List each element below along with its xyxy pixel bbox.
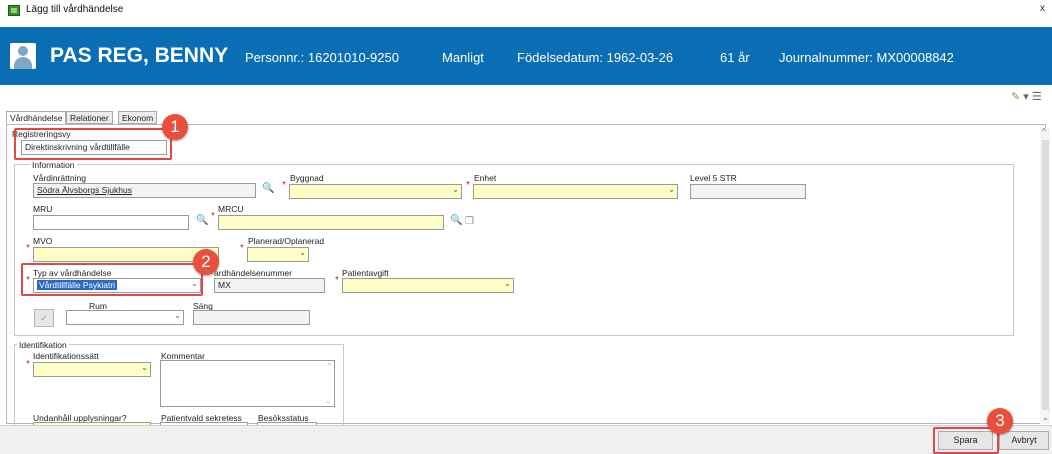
highlight-box-3 — [933, 427, 999, 454]
vardhandelsenummer-label: ardhändelsenummer — [214, 268, 292, 278]
chevron-down-icon: ⌄ — [141, 363, 148, 372]
vardinrattning-field[interactable]: Södra Älvsborgs Sjukhus — [33, 183, 256, 198]
mrcu-label: MRCU — [218, 204, 244, 214]
patient-gender: Manligt — [442, 50, 484, 65]
planerad-label: Planerad/Oplanerad — [248, 236, 325, 246]
byggnad-label: Byggnad — [290, 173, 324, 183]
dropdown-arrow-icon[interactable]: ▾ — [1023, 91, 1029, 103]
patient-name: PAS REG, BENNY — [50, 44, 229, 67]
highlight-box-2 — [21, 263, 203, 296]
required-marker: * — [26, 359, 30, 370]
identification-method-label: Identifikationssätt — [33, 351, 99, 361]
mru-search-icon[interactable]: 🔍 — [196, 215, 208, 226]
cancel-button[interactable]: Avbryt — [999, 431, 1049, 450]
copy-icon[interactable]: ❐ — [465, 216, 474, 227]
window-close-button[interactable]: x — [1040, 3, 1045, 14]
byggnad-select[interactable]: ⌄ — [289, 184, 462, 199]
step-badge-1: 1 — [162, 114, 188, 140]
highlight-box-1 — [14, 128, 172, 160]
required-marker: * — [26, 243, 30, 254]
patientavgift-label: Patientavgift — [342, 268, 389, 278]
patient-age: 61 år — [720, 50, 750, 65]
window-title: Lägg till vårdhändelse — [26, 4, 124, 15]
information-group-title: Information — [30, 160, 77, 170]
chevron-down-icon: ⌄ — [452, 185, 459, 194]
mrcu-search-icon[interactable]: 🔍 — [450, 215, 462, 226]
patientavgift-select[interactable]: ⌄ — [342, 278, 514, 293]
identification-method-select[interactable]: ⌄ — [33, 362, 151, 377]
window-title-bar: Lägg till vårdhändelse x — [0, 0, 1052, 22]
required-marker: * — [335, 275, 339, 286]
app-icon — [8, 5, 20, 16]
required-marker: * — [466, 180, 470, 191]
mru-label: MRU — [33, 204, 53, 214]
rum-select[interactable]: ⌄ — [66, 310, 184, 325]
chevron-down-icon: ⌄ — [174, 311, 181, 320]
scrollbar-thumb[interactable] — [1042, 140, 1049, 410]
patient-journal-number: Journalnummer: MX00008842 — [779, 50, 954, 65]
menu-icon[interactable]: ☰ — [1032, 91, 1042, 103]
edit-tools-icon[interactable]: ✎ — [1011, 91, 1020, 103]
chevron-down-icon: ⌄ — [668, 185, 675, 194]
toolbar: ✎ ▾ ☰ — [1011, 90, 1042, 103]
tab-vardhandelse[interactable]: Vårdhändelse — [6, 111, 67, 124]
required-marker: * — [240, 243, 244, 254]
level5-label: Level 5 STR — [690, 173, 737, 183]
planerad-select[interactable]: ⌄ — [247, 247, 309, 262]
vardhandelsenummer-field[interactable]: MX — [214, 278, 325, 293]
enhet-label: Enhet — [474, 173, 497, 183]
comment-textarea[interactable]: ^ ⌄ — [160, 360, 335, 407]
patient-header: PAS REG, BENNY Personnr.: 16201010-9250 … — [0, 27, 1052, 85]
scroll-down-icon[interactable]: ⌄ — [1042, 413, 1049, 422]
step-badge-2: 2 — [193, 249, 219, 275]
vardinrattning-label: Vårdinrättning — [33, 173, 86, 183]
mru-field[interactable] — [33, 215, 189, 230]
mvo-label: MVO — [33, 236, 53, 246]
tab-relationer[interactable]: Relationer — [66, 111, 113, 124]
patient-avatar-icon — [10, 43, 36, 69]
required-marker: * — [211, 211, 215, 222]
patient-birthdate: Födelsedatum: 1962-03-26 — [517, 50, 674, 65]
button-bar — [0, 425, 1052, 454]
required-marker: * — [282, 180, 286, 191]
step-badge-3: 3 — [987, 408, 1013, 434]
sang-field[interactable] — [193, 310, 310, 325]
identification-group-title: Identifikation — [17, 340, 69, 350]
scroll-down-icon[interactable]: ⌄ — [325, 397, 331, 405]
enhet-select[interactable]: ⌄ — [473, 184, 678, 199]
level5-field[interactable] — [690, 184, 806, 199]
scroll-up-icon[interactable]: ^ — [328, 363, 331, 370]
patient-personnr: Personnr.: 16201010-9250 — [245, 50, 399, 65]
room-action-button[interactable]: ✓ — [34, 309, 54, 327]
vardinrattning-search-icon[interactable]: 🔍 — [262, 183, 274, 194]
mvo-select[interactable]: ⌄ — [33, 247, 219, 262]
tab-ekonomi[interactable]: Ekonom — [118, 111, 158, 124]
mrcu-field[interactable] — [218, 215, 444, 230]
scroll-up-icon[interactable]: ^ — [1042, 127, 1046, 136]
chevron-down-icon: ⌄ — [504, 279, 511, 288]
chevron-down-icon: ⌄ — [299, 248, 306, 257]
